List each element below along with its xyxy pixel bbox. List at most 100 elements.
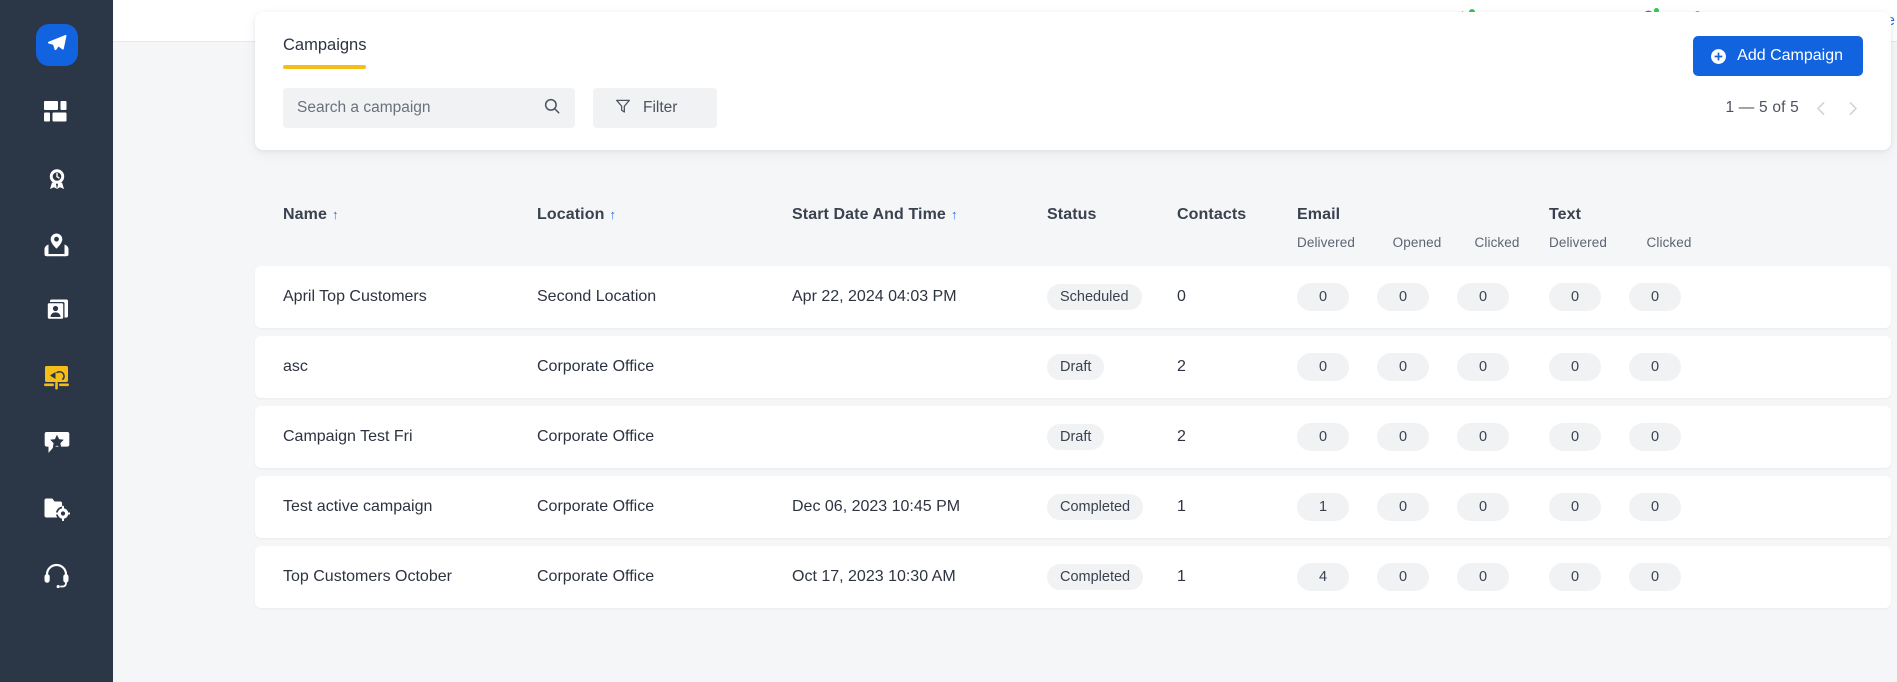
table-row[interactable]: asc Corporate Office Draft 2 0 0 0 0 0 — [255, 336, 1891, 398]
cell-contacts: 1 — [1177, 498, 1186, 515]
pagination: 1 — 5 of 5 — [1725, 99, 1863, 117]
paper-plane-icon — [46, 32, 68, 59]
add-campaign-label: Add Campaign — [1737, 47, 1843, 64]
pill-email-delivered: 0 — [1297, 353, 1349, 381]
cell-start-date: Oct 17, 2023 10:30 AM — [792, 568, 956, 585]
subcolumn-email-opened: Opened — [1392, 235, 1442, 250]
pill-email-delivered: 1 — [1297, 493, 1349, 521]
contact-card-icon — [44, 299, 70, 323]
sort-arrow-up-icon[interactable]: ↑ — [951, 207, 958, 222]
pill-email-delivered: 4 — [1297, 563, 1349, 591]
pill-text-clicked: 0 — [1629, 563, 1681, 591]
cell-location: Corporate Office — [537, 358, 655, 375]
cell-name: Top Customers October — [283, 568, 452, 585]
cell-contacts: 2 — [1177, 428, 1186, 445]
group-label: Email — [1297, 206, 1341, 223]
cell-location: Corporate Office — [537, 568, 655, 585]
pagination-prev-button[interactable] — [1813, 100, 1830, 117]
sidebar-item-campaigns[interactable] — [29, 356, 85, 398]
pill-text-delivered: 0 — [1549, 563, 1601, 591]
sidebar-item-reviews[interactable] — [29, 422, 85, 464]
table-header-row: Name ↑ Location ↑ Start Date And Time ↑ Sta… — [255, 206, 1891, 266]
pill-text-clicked: 0 — [1629, 283, 1681, 311]
cell-contacts: 2 — [1177, 358, 1186, 375]
column-header-contacts: Contacts — [1177, 206, 1247, 223]
cell-location: Corporate Office — [537, 428, 655, 445]
cell-name: Test active campaign — [283, 498, 433, 515]
pill-text-delivered: 0 — [1549, 283, 1601, 311]
tab-active-underline — [283, 65, 367, 69]
sidebar-item-support[interactable] — [29, 554, 85, 596]
search-input[interactable] — [297, 99, 522, 117]
column-label: Start Date And Time — [792, 206, 946, 223]
pill-email-clicked: 0 — [1457, 283, 1509, 311]
award-badge-icon — [44, 166, 70, 192]
pill-email-opened: 0 — [1377, 283, 1429, 311]
tab-bar: Campaigns — [283, 36, 367, 69]
cell-name: Campaign Test Fri — [283, 428, 413, 445]
cell-name: April Top Customers — [283, 288, 427, 305]
table-row[interactable]: Campaign Test Fri Corporate Office Draft… — [255, 406, 1891, 468]
app-root: Advanced H... Request New Feature — [0, 0, 1897, 682]
pill-email-opened: 0 — [1377, 563, 1429, 591]
column-header-start-date[interactable]: Start Date And Time ↑ — [792, 206, 1047, 224]
table-row[interactable]: April Top Customers Second Location Apr … — [255, 266, 1891, 328]
column-label: Name — [283, 206, 327, 223]
search-campaign-box[interactable] — [283, 88, 575, 128]
column-header-status: Status — [1047, 206, 1097, 223]
campaign-megaphone-screen-icon — [43, 365, 70, 390]
headset-support-icon — [43, 562, 70, 588]
pill-text-clicked: 0 — [1629, 423, 1681, 451]
subcolumn-text-clicked: Clicked — [1646, 235, 1692, 250]
pill-text-clicked: 0 — [1629, 353, 1681, 381]
cell-location: Second Location — [537, 288, 657, 305]
sidebar-item-settings[interactable] — [29, 488, 85, 530]
sidebar — [0, 0, 113, 682]
search-icon[interactable] — [543, 97, 561, 120]
column-header-text-group: Text Delivered Clicked — [1549, 206, 1709, 250]
cell-start-date: Apr 22, 2024 04:03 PM — [792, 288, 957, 305]
add-campaign-button[interactable]: Add Campaign — [1693, 36, 1863, 76]
subcolumn-email-clicked: Clicked — [1474, 235, 1520, 250]
sort-arrow-up-icon[interactable]: ↑ — [609, 207, 616, 222]
status-badge: Draft — [1047, 424, 1105, 450]
filter-label: Filter — [643, 99, 678, 116]
tab-campaigns[interactable]: Campaigns — [283, 36, 366, 65]
sidebar-item-dashboard[interactable] — [29, 92, 85, 134]
cell-contacts: 1 — [1177, 568, 1186, 585]
subcolumn-text-delivered: Delivered — [1549, 235, 1607, 250]
cell-name: asc — [283, 358, 308, 375]
cell-contacts: 0 — [1177, 288, 1186, 305]
pill-email-opened: 0 — [1377, 353, 1429, 381]
filter-funnel-icon — [615, 98, 631, 119]
pagination-next-button[interactable] — [1844, 100, 1861, 117]
pill-text-delivered: 0 — [1549, 353, 1601, 381]
location-pin-group-icon — [43, 232, 70, 258]
cell-start-date: Dec 06, 2023 10:45 PM — [792, 498, 961, 515]
table-row[interactable]: Test active campaign Corporate Office De… — [255, 476, 1891, 538]
sidebar-item-locations[interactable] — [29, 224, 85, 266]
pagination-range: 1 — 5 of 5 — [1725, 99, 1799, 116]
pill-email-clicked: 0 — [1457, 493, 1509, 521]
pill-email-delivered: 0 — [1297, 283, 1349, 311]
sidebar-item-loyalty[interactable] — [29, 158, 85, 200]
pill-text-clicked: 0 — [1629, 493, 1681, 521]
status-badge: Completed — [1047, 494, 1144, 520]
table-row[interactable]: Top Customers October Corporate Office O… — [255, 546, 1891, 608]
app-logo[interactable] — [35, 24, 78, 66]
pill-email-clicked: 0 — [1457, 353, 1509, 381]
plus-circle-icon — [1710, 48, 1727, 65]
sort-arrow-up-icon[interactable]: ↑ — [332, 207, 339, 222]
column-header-name[interactable]: Name ↑ — [283, 206, 537, 224]
subcolumn-email-delivered: Delivered — [1297, 235, 1355, 250]
filter-button[interactable]: Filter — [593, 88, 717, 128]
status-badge: Completed — [1047, 564, 1144, 590]
pill-email-clicked: 0 — [1457, 423, 1509, 451]
status-badge: Draft — [1047, 354, 1105, 380]
group-label: Text — [1549, 206, 1582, 223]
sidebar-item-contacts[interactable] — [29, 290, 85, 332]
cell-location: Corporate Office — [537, 498, 655, 515]
star-chat-bubble-icon — [44, 431, 70, 455]
column-header-location[interactable]: Location ↑ — [537, 206, 792, 224]
pill-email-delivered: 0 — [1297, 423, 1349, 451]
